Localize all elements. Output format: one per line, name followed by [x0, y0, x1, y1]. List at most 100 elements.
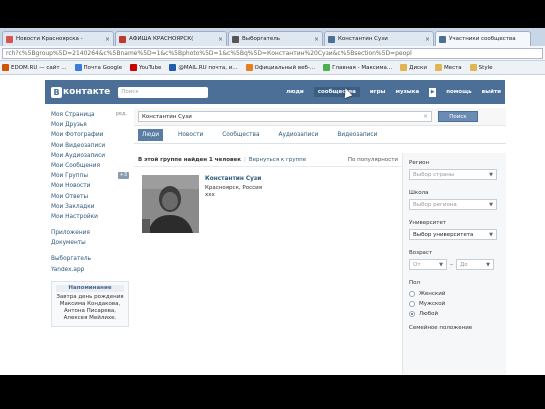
menu-item-groups[interactable]: Мои Группы +3 — [51, 171, 131, 181]
country-select[interactable]: Выбор страны ▼ — [409, 169, 497, 180]
bookmark-label: Диски — [409, 64, 427, 71]
search-placeholder: Поиск — [121, 89, 139, 95]
nav-games[interactable]: игры — [370, 89, 386, 95]
bookmark-item[interactable]: YouTube — [130, 64, 161, 71]
search-row: Константин Сузи × Поиск — [134, 108, 506, 126]
bookmark-item[interactable]: @MAIL.RU почта, и... — [169, 64, 238, 71]
browser-tab[interactable]: АФИША КРАСНОЯРСК( × — [115, 31, 227, 46]
select-value: От — [413, 261, 421, 268]
tab-audio[interactable]: Аудиозаписи — [275, 129, 323, 141]
nav-people[interactable]: люди — [286, 89, 304, 95]
menu-item-my-page[interactable]: Моя Страница ред. — [51, 110, 131, 120]
close-icon[interactable]: × — [105, 36, 110, 43]
menu-item-answers[interactable]: Мои Ответы — [51, 192, 131, 202]
school-region-select[interactable]: Выбор региона ▼ — [409, 199, 497, 210]
university-select[interactable]: Выбор университета ▼ — [409, 229, 497, 240]
url-input[interactable]: rch?c%5Bgroup%5D=2140264&c%5Bname%5D=1&c… — [2, 47, 543, 59]
nav-music[interactable]: музыка — [396, 89, 420, 95]
menu-item-friends[interactable]: Мои Друзья — [51, 120, 131, 130]
close-icon[interactable]: × — [314, 36, 319, 43]
nav-logout[interactable]: выйти — [482, 89, 501, 95]
close-icon[interactable]: × — [218, 36, 223, 43]
browser-tab[interactable]: Новости Красноярска - × — [2, 31, 114, 46]
menu-item-app[interactable]: Yandex.app — [51, 265, 131, 275]
bookmark-label: Style — [478, 64, 493, 71]
vk-logo[interactable]: В контакте — [51, 86, 110, 98]
bookmark-item[interactable]: ЕDOM.RU — сайт ... — [2, 64, 67, 71]
bookmark-folder[interactable]: Style — [469, 64, 493, 71]
bookmark-item[interactable]: Официальный веб-... — [245, 64, 315, 71]
age-range: От ▼ – До ▼ — [409, 259, 500, 270]
select-value: Выбор региона — [413, 201, 457, 208]
marital-label: Семейное положение — [409, 325, 473, 331]
radio-label: Любой — [419, 311, 439, 317]
people-search-input[interactable]: Константин Сузи × — [138, 111, 432, 122]
menu-item-label: Моя Страница — [51, 112, 95, 118]
reminder-title: Напоминание — [56, 284, 124, 292]
person-name-link[interactable]: Константин Сузи — [205, 176, 262, 182]
chevron-down-icon: ▼ — [489, 232, 493, 238]
select-value: Выбор университета — [413, 231, 474, 238]
avatar[interactable] — [142, 175, 199, 233]
browser-tab-label: Выборгатель — [242, 36, 280, 42]
close-icon[interactable]: × — [425, 36, 430, 43]
nav-help[interactable]: помощь — [446, 89, 471, 95]
age-from-select[interactable]: От ▼ — [409, 259, 447, 270]
tab-communities[interactable]: Сообщества — [218, 129, 263, 141]
age-label: Возраст — [409, 250, 433, 256]
browser-tab[interactable]: Выборгатель × — [228, 31, 323, 46]
chevron-down-icon: ▼ — [439, 262, 443, 268]
sort-dropdown[interactable]: По популярности — [348, 157, 398, 163]
bookmark-icon — [169, 64, 177, 71]
sex-radio-male[interactable]: Мужской — [409, 299, 500, 309]
tab-news[interactable]: Новости — [174, 129, 207, 141]
person-extra: xxx — [205, 192, 215, 198]
age-to-select[interactable]: До ▼ — [456, 259, 494, 270]
bookmark-item[interactable]: Почта Google — [74, 64, 122, 71]
nav-communities[interactable]: сообщества — [313, 87, 360, 97]
menu-item-videos[interactable]: Мои Видеозаписи — [51, 141, 131, 151]
person-city: Красноярск, Россия — [205, 185, 263, 191]
folder-icon — [434, 64, 442, 71]
browser-tab[interactable]: Константин Сузи × — [324, 31, 434, 46]
search-section-tabs: Люди Новости Сообщества Аудиозаписи Виде… — [134, 126, 506, 144]
menu-item-app[interactable]: Выборгатель — [51, 254, 131, 264]
menu-item-apps[interactable]: Приложения — [51, 228, 131, 238]
menu-item-bookmarks[interactable]: Мои Закладки — [51, 202, 131, 212]
menu-item-news[interactable]: Мои Новости — [51, 181, 131, 191]
clear-icon[interactable]: × — [423, 113, 428, 120]
sex-label: Пол — [409, 280, 421, 286]
bookmark-folder[interactable]: Диски — [400, 64, 427, 71]
university-label: Университет — [409, 220, 447, 226]
bookmark-item[interactable]: Главная - Максима... — [323, 64, 392, 71]
search-button[interactable]: Поиск — [438, 111, 478, 122]
radio-label: Мужской — [419, 301, 446, 307]
bookmark-label: ЕDOM.RU — сайт ... — [11, 64, 67, 71]
vk-search-input[interactable]: Поиск — [118, 86, 209, 98]
tab-people[interactable]: Люди — [138, 128, 164, 141]
menu-item-messages[interactable]: Мои Сообщения — [51, 161, 131, 171]
browser-tab-active[interactable]: Участники сообщества — [435, 31, 531, 46]
menu-item-documents[interactable]: Документы — [51, 238, 131, 248]
chevron-down-icon: ▼ — [489, 172, 493, 178]
radio-selected-icon — [409, 311, 415, 317]
sex-radio-any[interactable]: Любой — [409, 309, 500, 319]
browser-tab-label: Константин Сузи — [338, 36, 388, 42]
favicon-icon — [119, 35, 126, 43]
menu-item-settings[interactable]: Мои Настройки — [51, 212, 131, 222]
menu-item-audio[interactable]: Мои Аудиозаписи — [51, 151, 131, 161]
radio-icon — [409, 291, 415, 297]
back-to-group-link[interactable]: Вернуться к группе — [249, 157, 306, 163]
vk-top-nav: люди сообщества игры музыка ▶ помощь вый… — [276, 87, 501, 97]
menu-item-photos[interactable]: Мои Фотографии — [51, 130, 131, 140]
tab-video[interactable]: Видеозаписи — [333, 129, 381, 141]
edit-link[interactable]: ред. — [114, 111, 129, 118]
folder-icon — [400, 64, 408, 71]
bookmark-folder[interactable]: Места — [434, 64, 462, 71]
search-filters: Регион Выбор страны ▼ Школа Выбор региона… — [402, 153, 506, 375]
reminder-text[interactable]: Завтра день рождения Максима Кондакова, … — [56, 294, 124, 322]
results-summary: В этой группе найден 1 человек | Вернуть… — [134, 153, 402, 167]
sex-radio-female[interactable]: Женский — [409, 289, 500, 299]
play-icon[interactable]: ▶ — [429, 87, 437, 97]
region-label: Регион — [409, 160, 430, 166]
